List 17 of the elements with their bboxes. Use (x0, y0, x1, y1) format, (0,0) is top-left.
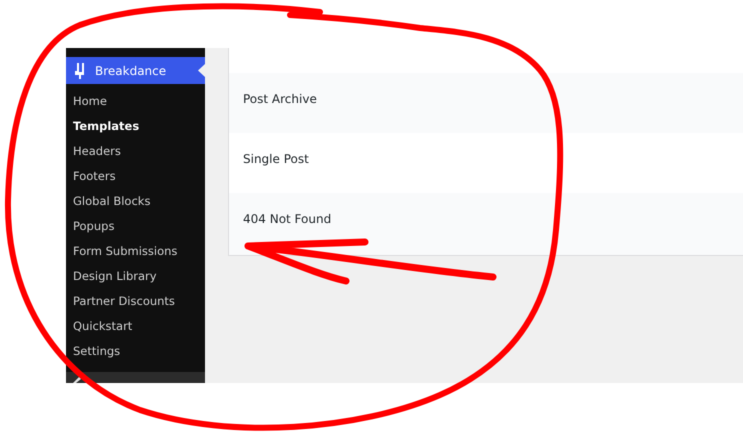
template-name[interactable]: Single Post (243, 152, 309, 166)
sidebar-menu-item[interactable]: Footers (66, 164, 205, 189)
template-name[interactable]: Post Archive (243, 92, 317, 106)
sidebar-menu-item[interactable]: Global Blocks (66, 189, 205, 214)
sidebar-menu-item[interactable]: Partner Discounts (66, 289, 205, 314)
brush-icon (73, 377, 82, 383)
sidebar-menu-item[interactable]: Settings (66, 339, 205, 364)
sidebar-menu-item[interactable]: Templates (66, 114, 205, 139)
sidebar-menu-item[interactable]: Quickstart (66, 314, 205, 339)
sidebar-menu-item[interactable]: Home (66, 89, 205, 114)
logo-icon (73, 62, 87, 78)
template-name[interactable]: 404 Not Found (243, 212, 332, 226)
breakdance-menu-header[interactable]: Breakdance (66, 57, 205, 84)
sidebar-menu-item[interactable]: Design Library (66, 264, 205, 289)
sidebar-menu-item[interactable]: Popups (66, 214, 205, 239)
sidebar-menu-item[interactable]: Form Submissions (66, 239, 205, 264)
sidebar-menu-item[interactable]: Headers (66, 139, 205, 164)
